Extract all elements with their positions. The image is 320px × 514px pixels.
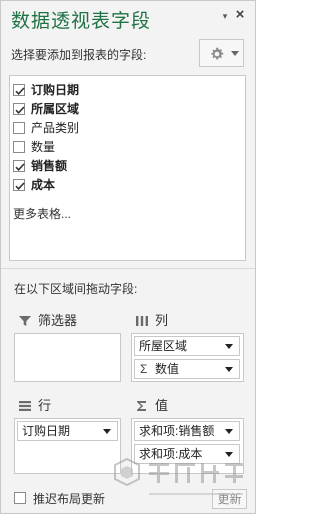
field-list: 订购日期 所属区域 产品类别 数量 销售额 成本 更多表格... [9, 75, 246, 261]
field-item[interactable]: 销售额 [13, 157, 213, 175]
pane-title: 数据透视表字段 [11, 10, 152, 32]
pivot-field-pane: 数据透视表字段 ▾ × 选择要添加到报表的字段: 订购日期 所属区域 产品类别 … [0, 0, 256, 514]
defer-update-label: 推迟布局更新 [33, 492, 106, 506]
watermark-logo [114, 457, 243, 495]
field-label: 成本 [31, 178, 56, 192]
field-label: 销售额 [31, 159, 68, 173]
row-field-pill[interactable]: 订购日期 [17, 421, 118, 441]
checkbox-unchecked[interactable] [13, 141, 25, 153]
column-values-pill[interactable]: Σ 数值 [134, 359, 240, 379]
field-item[interactable]: 产品类别 [13, 119, 213, 137]
drag-fields-label: 在以下区域间拖动字段: [14, 282, 138, 296]
columns-area-header: 列 [135, 312, 235, 330]
checkbox-checked[interactable] [13, 84, 25, 96]
filters-area-label: 筛选器 [38, 313, 78, 328]
columns-icon [136, 316, 148, 326]
chevron-down-icon[interactable] [225, 429, 233, 434]
field-item[interactable]: 数量 [13, 138, 213, 156]
gear-icon [211, 47, 224, 60]
checkbox-checked[interactable] [13, 160, 25, 172]
sigma-icon [137, 401, 146, 411]
values-area-header: 值 [135, 397, 235, 415]
pane-options-dropdown-icon[interactable]: ▾ [220, 11, 230, 21]
chevron-down-icon [231, 51, 239, 56]
pill-label: 求和项:销售额 [139, 424, 215, 438]
field-item[interactable]: 订购日期 [13, 81, 213, 99]
column-field-pill[interactable]: 所屋区域 [134, 336, 240, 356]
more-tables-link[interactable]: 更多表格... [13, 205, 71, 222]
pill-label: 订购日期 [22, 424, 71, 438]
field-label: 产品类别 [31, 121, 80, 135]
filters-drop-zone[interactable] [14, 333, 121, 382]
sigma-icon: Σ [140, 362, 148, 376]
values-area-label: 值 [155, 398, 169, 413]
field-label: 订购日期 [31, 83, 80, 97]
pill-label: 数值 [155, 362, 180, 376]
tools-gear-button[interactable] [199, 39, 244, 67]
field-label: 数量 [31, 140, 56, 154]
value-field-pill[interactable]: 求和项:销售额 [134, 421, 240, 441]
checkbox-unchecked[interactable] [13, 122, 25, 134]
divider [1, 268, 255, 269]
rows-area-header: 行 [18, 397, 118, 415]
field-item[interactable]: 成本 [13, 176, 213, 194]
checkbox-checked[interactable] [13, 103, 25, 115]
filters-area-header: 筛选器 [18, 312, 118, 330]
chevron-down-icon[interactable] [225, 367, 233, 372]
columns-drop-zone[interactable]: 所屋区域 Σ 数值 [131, 333, 244, 382]
chevron-down-icon[interactable] [225, 344, 233, 349]
field-label: 所属区域 [31, 102, 80, 116]
rows-icon [19, 401, 31, 411]
field-item[interactable]: 所属区域 [13, 100, 213, 118]
close-icon[interactable]: × [233, 7, 247, 23]
filter-icon [19, 316, 31, 326]
checkbox-checked[interactable] [13, 179, 25, 191]
rows-area-label: 行 [38, 398, 52, 413]
pill-label: 所屋区域 [139, 339, 188, 353]
defer-update-checkbox[interactable] [14, 492, 26, 504]
choose-fields-label: 选择要添加到报表的字段: [11, 48, 147, 62]
chevron-down-icon[interactable] [103, 429, 111, 434]
columns-area-label: 列 [155, 313, 169, 328]
